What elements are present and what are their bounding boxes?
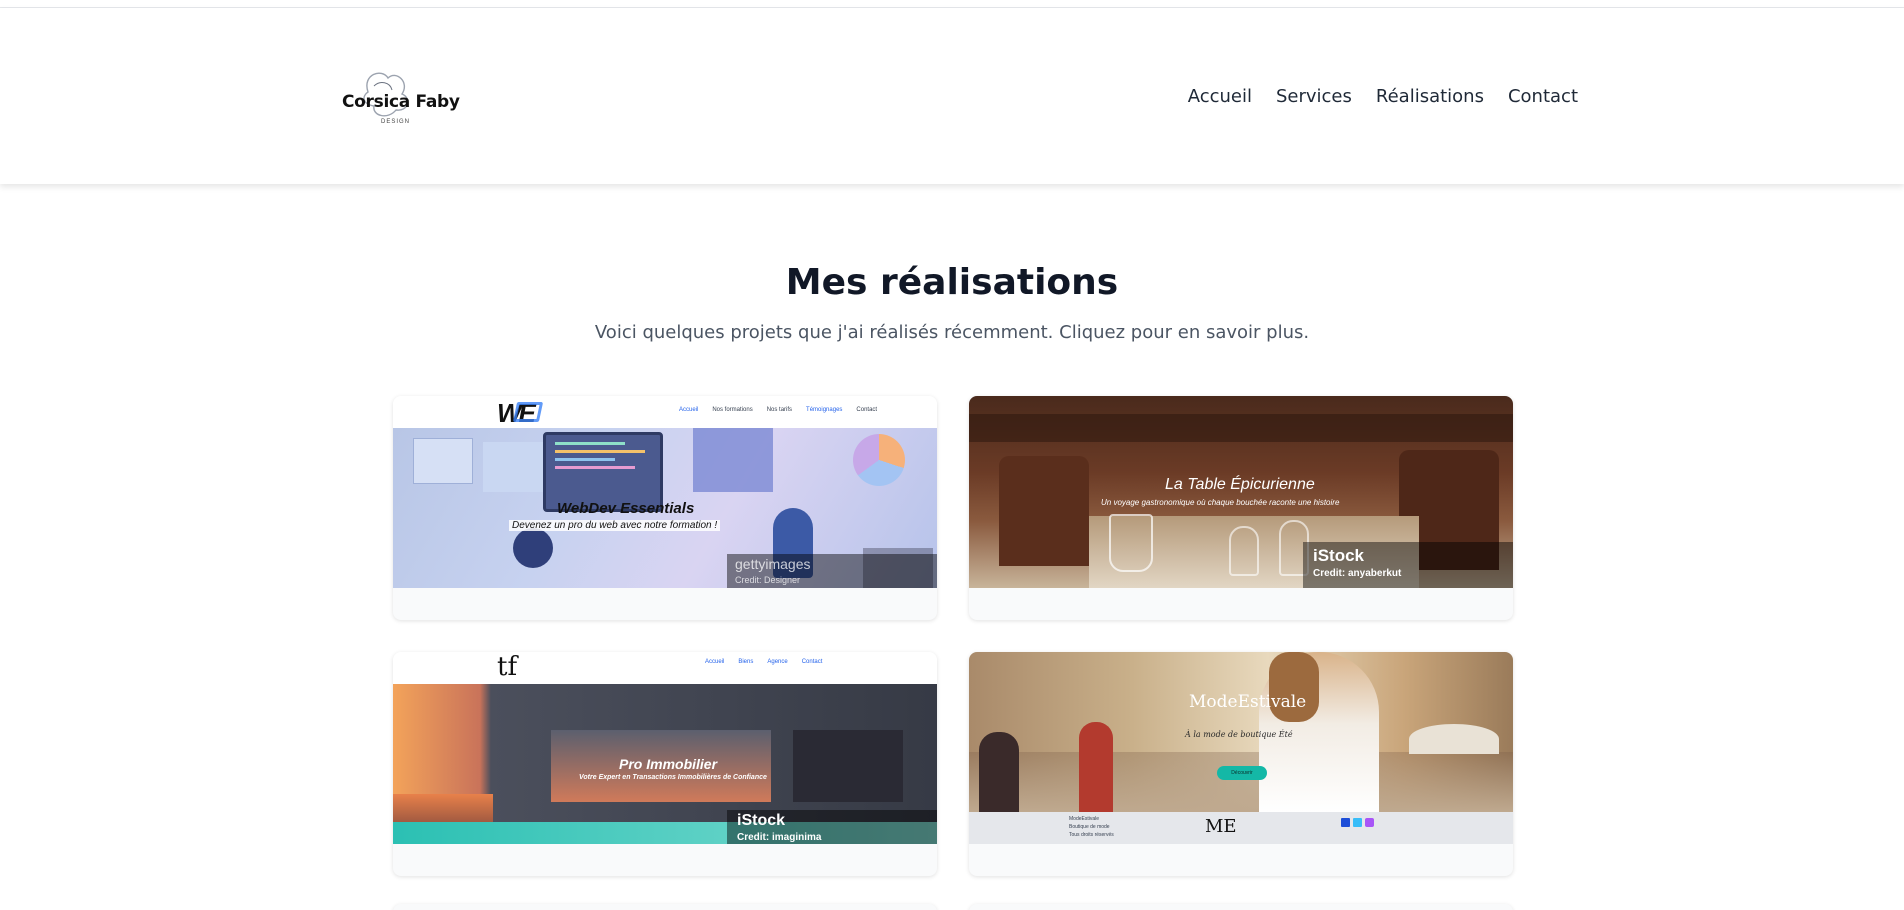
social-icons (1341, 818, 1374, 827)
project-nav-links: Accueil Nos formations Nos tarifs Témoig… (679, 407, 877, 413)
brand-logo[interactable]: Corsica Faby DESIGN (338, 64, 460, 144)
credit-brand: iStock (1313, 546, 1365, 565)
nav-realisations[interactable]: Réalisations (1376, 86, 1484, 107)
project-subtitle: Votre Expert en Transactions Immobilière… (579, 774, 767, 781)
footer-text: Boutique de mode (1069, 824, 1110, 830)
discover-button[interactable]: Découvrir (1217, 766, 1267, 780)
project-subtitle: Devenez un pro du web avec notre formati… (509, 520, 721, 531)
project-thumbnail: La Table Épicurienne Un voyage gastronom… (969, 396, 1513, 588)
footer-text: Tous droits réservés (1069, 832, 1114, 838)
nav-services[interactable]: Services (1276, 86, 1352, 107)
project-thumbnail: WE Accueil Nos formations Nos tarifs Tém… (393, 396, 937, 588)
nav-accueil[interactable]: Accueil (1188, 86, 1252, 107)
instagram-icon[interactable] (1365, 818, 1374, 827)
top-border (0, 0, 1904, 8)
project-nav-link: Nos tarifs (766, 407, 793, 413)
project-title: La Table Épicurienne (1165, 476, 1315, 493)
credit-text: Credit: anyaberkut (1313, 568, 1402, 579)
project-nav-link: Accueil (705, 659, 725, 665)
image-credit: gettyimages Credit: Designer (727, 554, 937, 588)
nav-contact[interactable]: Contact (1508, 86, 1578, 107)
project-card-next[interactable] (969, 904, 1513, 910)
brand-tagline: DESIGN (381, 119, 411, 125)
project-card-next[interactable] (393, 904, 937, 910)
project-nav-links: Accueil Biens Agence Contact (705, 659, 822, 665)
project-card-webdev[interactable]: WE Accueil Nos formations Nos tarifs Tém… (393, 396, 937, 620)
image-credit: iStock Credit: anyaberkut (1303, 542, 1513, 588)
facebook-icon[interactable] (1341, 818, 1350, 827)
project-logo: tf (497, 652, 518, 682)
main-nav: Accueil Services Réalisations Contact (1188, 86, 1578, 107)
project-title: WebDev Essentials (557, 500, 695, 517)
brand-name: Corsica Faby (342, 92, 460, 112)
section-title: Mes réalisations (785, 262, 1119, 303)
image-credit: iStock Credit: imaginima (727, 810, 937, 844)
project-nav-link: Biens (738, 659, 754, 665)
footer-logo: ME (1205, 816, 1237, 837)
credit-text: Credit: imaginima (737, 832, 822, 843)
project-nav-link: Agence (767, 659, 788, 665)
project-card-immobilier[interactable]: tf Accueil Biens Agence Contact Pro Immo… (393, 652, 937, 876)
project-nav-link: Témoignages (806, 407, 843, 413)
project-thumbnail: tf Accueil Biens Agence Contact Pro Immo… (393, 652, 937, 844)
twitter-icon[interactable] (1353, 818, 1362, 827)
project-card-restaurant[interactable]: La Table Épicurienne Un voyage gastronom… (969, 396, 1513, 620)
project-title: Pro Immobilier (619, 756, 718, 772)
site-header: Corsica Faby DESIGN Accueil Services Réa… (0, 8, 1904, 184)
project-subtitle: Un voyage gastronomique où chaque bouché… (1101, 498, 1340, 507)
credit-text: Credit: Designer (735, 575, 801, 585)
credit-brand: gettyimages (735, 556, 811, 572)
project-nav-link: Nos formations (712, 407, 753, 413)
project-thumbnail: ModeEstivale À la mode de boutique Été D… (969, 652, 1513, 844)
project-nav-link: Contact (856, 407, 878, 413)
section-subtitle: Voici quelques projets que j'ai réalisés… (594, 322, 1310, 343)
project-title: ModeEstivale (1189, 692, 1307, 712)
project-footer: ModeEstivale Boutique de mode Tous droit… (969, 812, 1513, 844)
project-nav-link: Contact (801, 659, 823, 665)
project-nav-link: Accueil (679, 407, 699, 413)
project-card-mode[interactable]: ModeEstivale À la mode de boutique Été D… (969, 652, 1513, 876)
credit-brand: iStock (737, 812, 786, 829)
discover-button-label: Découvrir (1231, 770, 1253, 776)
project-subtitle: À la mode de boutique Été (1185, 730, 1293, 739)
footer-text: ModeEstivale (1069, 816, 1100, 822)
